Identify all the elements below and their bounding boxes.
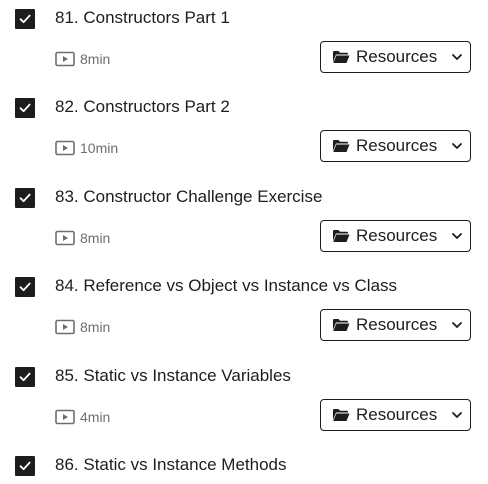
completed-checkbox[interactable]: [15, 98, 35, 118]
lecture-duration: 4min: [80, 409, 111, 425]
completed-checkbox[interactable]: [15, 277, 35, 297]
lecture-meta: 8min: [55, 49, 110, 69]
chevron-down-icon: [452, 143, 463, 149]
folder-icon: [333, 319, 350, 331]
resources-label: Resources: [356, 405, 438, 424]
lecture-title[interactable]: 85. Static vs Instance Variables: [55, 365, 291, 387]
lecture-item[interactable]: 82. Constructors Part 2 10min Resources: [0, 89, 488, 179]
completed-checkbox[interactable]: [15, 367, 35, 387]
lecture-title[interactable]: 84. Reference vs Object vs Instance vs C…: [55, 275, 397, 297]
resources-label: Resources: [356, 136, 438, 155]
lecture-title[interactable]: 82. Constructors Part 2: [55, 96, 230, 118]
completed-checkbox[interactable]: [15, 9, 35, 29]
video-play-icon: [55, 51, 75, 67]
resources-label: Resources: [356, 315, 438, 334]
lecture-item[interactable]: 84. Reference vs Object vs Instance vs C…: [0, 268, 488, 358]
folder-icon: [333, 140, 350, 152]
resources-button[interactable]: Resources: [320, 220, 471, 252]
lecture-duration: 8min: [80, 51, 111, 67]
resources-label: Resources: [356, 47, 438, 66]
lecture-duration: 10min: [80, 140, 119, 156]
lecture-item[interactable]: 85. Static vs Instance Variables 4min Re…: [0, 358, 488, 448]
resources-button[interactable]: Resources: [320, 41, 471, 73]
video-play-icon: [55, 409, 75, 425]
checkmark-icon: [19, 103, 31, 113]
completed-checkbox[interactable]: [15, 456, 35, 476]
folder-icon: [333, 409, 350, 421]
lecture-title[interactable]: 83. Constructor Challenge Exercise: [55, 186, 322, 208]
lecture-item[interactable]: 83. Constructor Challenge Exercise 8min …: [0, 179, 488, 269]
checkmark-icon: [19, 282, 31, 292]
chevron-down-icon: [452, 412, 463, 418]
checkmark-icon: [19, 372, 31, 382]
lecture-duration: 8min: [80, 319, 111, 335]
chevron-down-icon: [452, 322, 463, 328]
lecture-meta: 8min: [55, 228, 110, 248]
checkmark-icon: [19, 14, 31, 24]
lecture-meta: 4min: [55, 407, 110, 427]
resources-button[interactable]: Resources: [320, 399, 471, 431]
lecture-title[interactable]: 86. Static vs Instance Methods: [55, 454, 287, 476]
lecture-duration: 8min: [80, 230, 111, 246]
lecture-title[interactable]: 81. Constructors Part 1: [55, 7, 230, 29]
folder-icon: [333, 230, 350, 242]
resources-label: Resources: [356, 226, 438, 245]
checkmark-icon: [19, 461, 31, 471]
lecture-item[interactable]: 81. Constructors Part 1 8min Resources: [0, 0, 488, 90]
video-play-icon: [55, 319, 75, 335]
lecture-meta: 10min: [55, 138, 118, 158]
chevron-down-icon: [452, 54, 463, 60]
lecture-item[interactable]: 86. Static vs Instance Methods: [0, 447, 488, 484]
video-play-icon: [55, 230, 75, 246]
lecture-meta: 8min: [55, 317, 110, 337]
video-play-icon: [55, 140, 75, 156]
resources-button[interactable]: Resources: [320, 130, 471, 162]
chevron-down-icon: [452, 233, 463, 239]
resources-button[interactable]: Resources: [320, 309, 471, 341]
completed-checkbox[interactable]: [15, 188, 35, 208]
folder-icon: [333, 51, 350, 63]
checkmark-icon: [19, 193, 31, 203]
